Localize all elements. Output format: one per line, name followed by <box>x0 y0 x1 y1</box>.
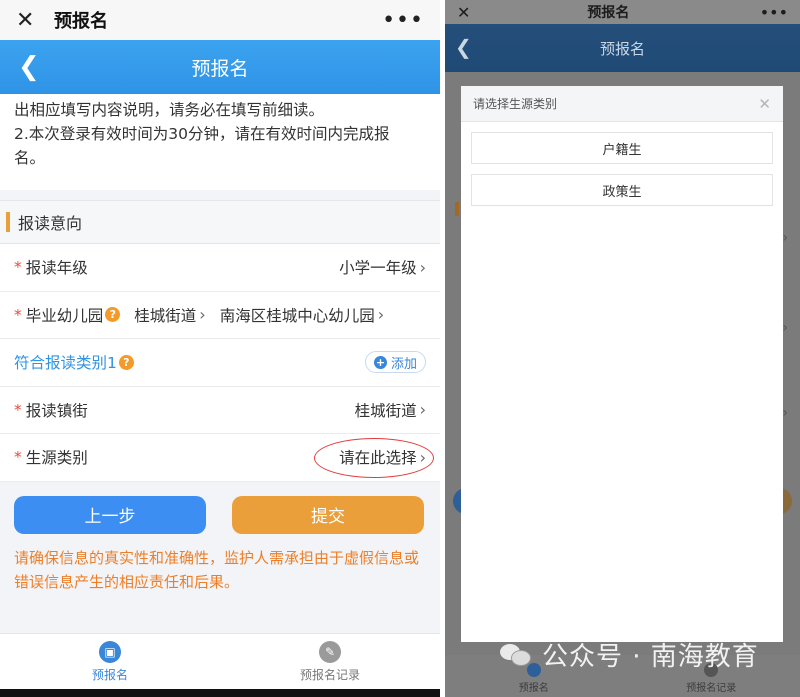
notice-line-2: 2.本次登录有效时间为30分钟，请在有效时间内完成报名。 <box>14 125 390 167</box>
back-arrow-icon[interactable]: ❮ <box>18 52 40 82</box>
bottom-tab-bar: ▣ 预报名 ✎ 预报名记录 <box>0 633 440 689</box>
section-title: 报读意向 <box>18 214 83 233</box>
preregister-tab-icon: ▣ <box>99 640 121 663</box>
wechat-title: 预报名 <box>587 5 630 21</box>
kindergarten-school-select[interactable]: 南海区桂城中心幼儿园 › <box>220 304 384 326</box>
wechat-title: 预报名 <box>54 11 108 32</box>
tab-preregister-label: 预报名 <box>91 667 128 682</box>
grade-value-wrap[interactable]: 小学一年级 › <box>339 256 426 278</box>
kindergarten-school-value: 南海区桂城中心幼儿园 <box>219 306 375 325</box>
tab-records-label: 预报名记录 <box>686 683 737 694</box>
tab-records-label: 预报名记录 <box>299 667 360 682</box>
wechat-title-bar: ✕ 预报名 ••• <box>0 0 440 40</box>
town-row[interactable]: * 报读镇街 桂城街道 › <box>0 386 440 434</box>
town-value-wrap[interactable]: 桂城街道 › <box>355 399 426 421</box>
previous-button[interactable]: 上一步 <box>14 495 206 534</box>
wechat-logo-icon <box>500 642 534 668</box>
page-title: 预报名 <box>191 57 249 80</box>
modal-header: 请选择生源类别 ✕ <box>461 86 783 122</box>
kindergarten-label: 毕业幼儿园 <box>25 306 104 325</box>
kindergarten-street-value: 桂城街道 <box>134 306 197 325</box>
chevron-right-icon: › <box>377 305 385 325</box>
chevron-right-icon: › <box>782 320 788 336</box>
action-buttons: 上一步 提交 <box>0 482 440 534</box>
required-mark: * <box>14 400 22 419</box>
watermark: 公众号 · 南海教育 <box>500 636 759 673</box>
modal-title: 请选择生源类别 <box>473 97 558 111</box>
source-row[interactable]: * 生源类别 请在此选择 › <box>0 434 440 482</box>
section-accent-bar <box>6 212 10 232</box>
category-row: 符合报读类别1 ? + 添加 <box>0 339 440 387</box>
town-value: 桂城街道 <box>354 401 417 420</box>
app-header: ❮ 预报名 <box>0 40 440 94</box>
close-icon[interactable]: ✕ <box>16 8 44 33</box>
app-header: ❮ 预报名 <box>445 24 800 72</box>
left-phone-screen: ✕ 预报名 ••• ❮ 预报名 出相应填写内容说明，请务必在填写前细读。 2.本… <box>0 0 440 697</box>
add-category-button[interactable]: + 添加 <box>364 351 426 374</box>
submit-button[interactable]: 提交 <box>232 495 424 534</box>
warning-text: 请确保信息的真实性和准确性，监护人需承担由于虚假信息或错误信息产生的相应责任和后… <box>14 548 420 591</box>
watermark-text: 公众号 · 南海教育 <box>542 642 759 672</box>
wechat-title-bar: ✕ 预报名 ••• <box>445 0 800 24</box>
tab-preregister-label: 预报名 <box>518 683 549 694</box>
kindergarten-street-select[interactable]: 桂城街道 › <box>134 304 205 326</box>
grade-label: 报读年级 <box>25 259 88 278</box>
tab-records[interactable]: ✎ 预报名记录 <box>220 634 440 689</box>
chevron-right-icon: › <box>782 230 788 246</box>
required-mark: * <box>14 448 22 467</box>
source-label: 生源类别 <box>25 449 88 468</box>
grade-value: 小学一年级 <box>339 259 417 278</box>
bottom-strip <box>0 689 440 697</box>
required-mark: * <box>14 258 22 277</box>
back-arrow-icon[interactable]: ❮ <box>455 35 472 59</box>
chevron-right-icon: › <box>419 400 426 420</box>
add-category-label: 添加 <box>390 356 417 372</box>
chevron-right-icon: › <box>782 405 788 421</box>
highlight-circle <box>314 438 434 478</box>
section-header: 报读意向 <box>0 200 440 244</box>
help-icon[interactable]: ? <box>118 354 134 370</box>
section-accent-bar <box>455 202 459 216</box>
chevron-right-icon: › <box>199 305 206 325</box>
grade-row[interactable]: * 报读年级 小学一年级 › <box>0 244 440 292</box>
more-icon[interactable]: ••• <box>382 8 424 33</box>
page-title: 预报名 <box>599 39 645 58</box>
option-policy[interactable]: 政策生 <box>471 174 773 206</box>
notice-line-1: 出相应填写内容说明，请务必在填写前细读。 <box>14 101 325 119</box>
pencil-icon: ✎ <box>319 640 341 663</box>
source-category-modal: 请选择生源类别 ✕ 户籍生 政策生 <box>461 86 783 642</box>
category-label: 符合报读类别1 <box>14 354 117 373</box>
notice-text: 出相应填写内容说明，请务必在填写前细读。 2.本次登录有效时间为30分钟，请在有… <box>0 94 440 190</box>
chevron-right-icon: › <box>419 257 426 277</box>
option-household[interactable]: 户籍生 <box>471 132 773 164</box>
help-icon[interactable]: ? <box>105 307 121 323</box>
close-icon[interactable]: ✕ <box>758 95 771 113</box>
more-icon[interactable]: ••• <box>760 3 788 22</box>
right-phone-screen: ✕ 预报名 ••• ❮ 预报名 › › › 请选择生源类别 ✕ 户籍生 政策生 … <box>445 0 800 697</box>
plus-icon: + <box>373 355 387 369</box>
town-label: 报读镇街 <box>25 401 88 420</box>
kindergarten-row: * 毕业幼儿园 ? 桂城街道 › 南海区桂城中心幼儿园 › <box>0 291 440 339</box>
tab-preregister[interactable]: ▣ 预报名 <box>0 634 220 689</box>
required-mark: * <box>14 305 22 324</box>
